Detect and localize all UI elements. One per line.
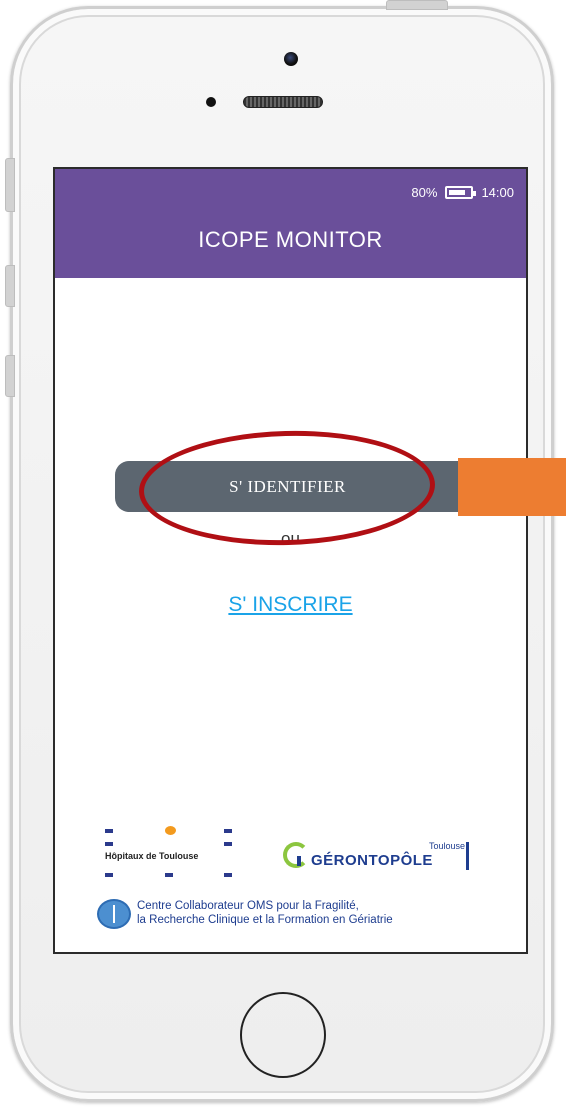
clock-time: 14:00 [481, 185, 514, 200]
volume-up-button[interactable] [5, 265, 15, 307]
logo-dot [224, 873, 232, 877]
app-screen: 80% 14:00 ICOPE MONITOR S' IDENTIFIER ou… [53, 167, 528, 954]
logo-dot [105, 829, 113, 833]
proximity-sensor [206, 97, 216, 107]
battery-percentage: 80% [411, 185, 438, 200]
hopitaux-logo-text: Hôpitaux de Toulouse [105, 851, 199, 861]
who-line-2: la Recherche Clinique et la Formation en… [137, 914, 393, 926]
logo-dot [224, 842, 232, 846]
gerontopole-name: GÉRONTOPÔLE [311, 852, 433, 869]
status-bar: 80% 14:00 [411, 185, 514, 200]
battery-icon [445, 186, 477, 199]
logo-dot [105, 873, 113, 877]
logo-dot [105, 842, 113, 846]
logo-dot [224, 829, 232, 833]
annotation-orange-box [458, 458, 566, 516]
mute-switch[interactable] [5, 158, 15, 212]
who-emblem-icon [97, 899, 131, 929]
gerontopole-city: Toulouse [429, 841, 466, 851]
partner-logos: Hôpitaux de Toulouse GÉRONTOPÔLE Toulous… [55, 794, 526, 952]
volume-down-button[interactable] [5, 355, 15, 397]
who-collaborating-centre: Centre Collaborateur OMS pour la Fragili… [97, 897, 526, 947]
register-link[interactable]: S' INSCRIRE [55, 593, 526, 617]
who-caption: Centre Collaborateur OMS pour la Fragili… [137, 899, 393, 927]
hopitaux-toulouse-logo: Hôpitaux de Toulouse [105, 826, 235, 889]
logo-dot [165, 873, 173, 877]
earpiece-speaker [243, 96, 323, 108]
logo-dot [165, 826, 176, 835]
home-button[interactable] [240, 992, 326, 1078]
app-bar: 80% 14:00 ICOPE MONITOR [55, 169, 526, 278]
gerontopole-mark-icon [283, 842, 309, 868]
front-camera [284, 52, 298, 66]
power-button[interactable] [386, 0, 448, 10]
who-line-1: Centre Collaborateur OMS pour la Fragili… [137, 900, 359, 912]
gerontopole-logo: GÉRONTOPÔLE Toulouse [283, 834, 503, 884]
app-title: ICOPE MONITOR [198, 227, 383, 252]
gerontopole-bar [466, 842, 469, 870]
